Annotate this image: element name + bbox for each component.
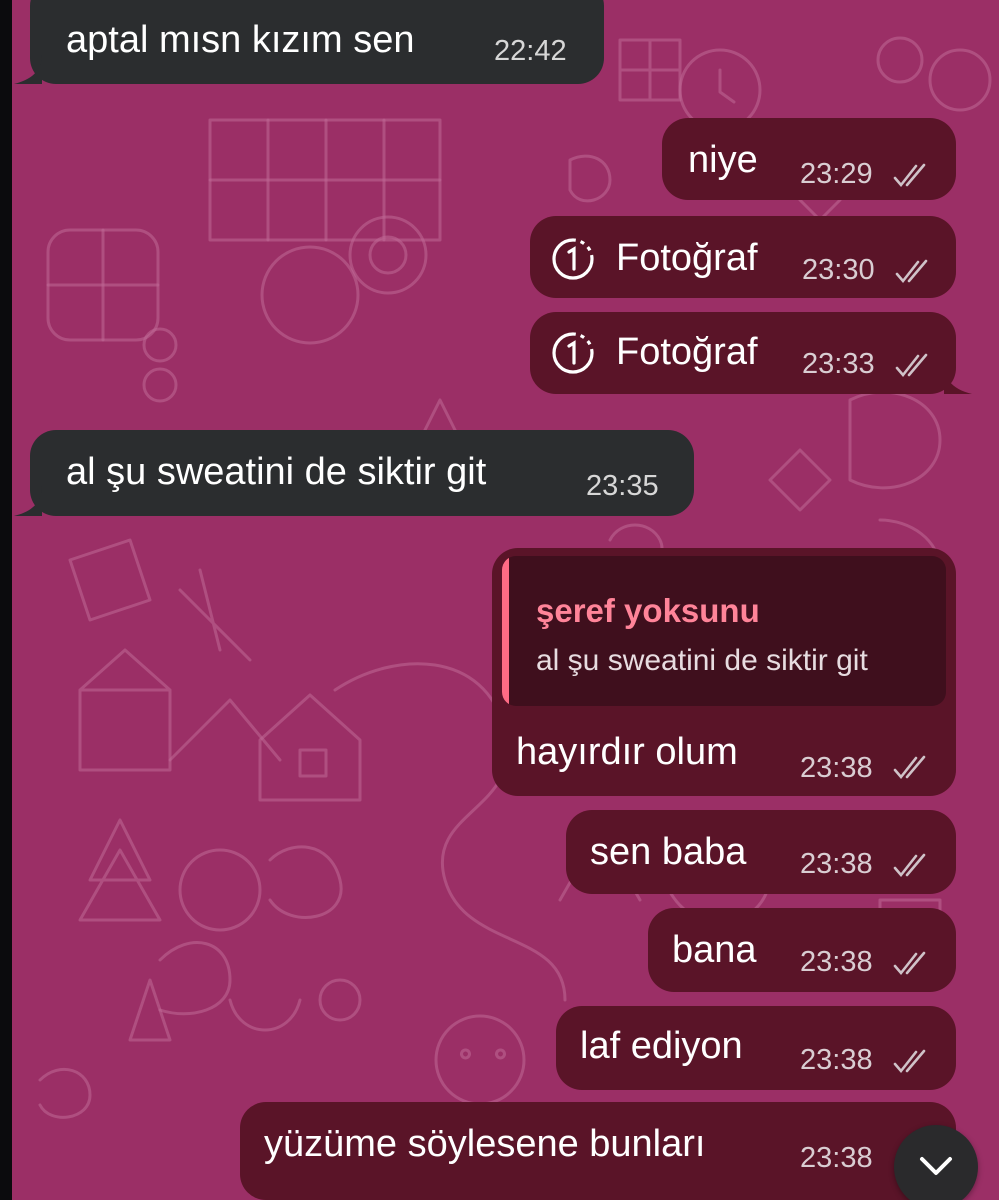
message-time: 23:30 <box>802 254 875 286</box>
message-time: 23:38 <box>800 946 873 978</box>
message-time: 23:29 <box>800 158 873 190</box>
quoted-reply[interactable]: şeref yoksunu al şu sweatini de siktir g… <box>502 556 946 706</box>
message-bubble-outgoing[interactable]: sen baba 23:38 <box>566 810 956 894</box>
message-text: sen baba <box>590 831 747 873</box>
message-bubble-outgoing[interactable]: Fotoğraf 23:33 <box>530 312 972 394</box>
message-time: 23:38 <box>800 1044 873 1076</box>
message-text: hayırdır olum <box>516 731 738 773</box>
view-once-icon <box>550 330 596 376</box>
message-time: 23:38 <box>800 752 873 784</box>
message-text: laf ediyon <box>580 1025 743 1067</box>
message-time: 22:42 <box>494 35 567 67</box>
double-check-icon <box>892 852 932 878</box>
chevron-down-icon <box>920 1157 952 1175</box>
double-check-icon <box>892 950 932 976</box>
message-bubble-incoming[interactable]: aptal mısn kızım sen 22:42 <box>14 0 604 84</box>
message-text: Fotoğraf <box>616 331 758 373</box>
bubble-tail <box>944 364 972 394</box>
scroll-down-button[interactable] <box>894 1125 978 1200</box>
message-bubble-outgoing[interactable]: laf ediyon 23:38 <box>556 1006 956 1090</box>
bubble-tail <box>14 54 42 84</box>
double-check-icon <box>892 1048 932 1074</box>
message-bubble-outgoing-reply[interactable]: şeref yoksunu al şu sweatini de siktir g… <box>492 548 956 796</box>
message-text: al şu sweatini de siktir git <box>66 451 487 493</box>
message-bubble-outgoing[interactable]: yüzüme söylesene bunları 23:38 <box>240 1102 956 1200</box>
message-bubble-outgoing[interactable]: niye 23:29 <box>662 118 956 200</box>
chat-screen: aptal mısn kızım sen 22:42 niye 23:29 Fo… <box>0 0 999 1200</box>
message-text: yüzüme söylesene bunları <box>264 1123 706 1165</box>
message-time: 23:33 <box>802 348 875 380</box>
bubble-tail <box>14 486 42 516</box>
message-text: bana <box>672 929 757 971</box>
message-bubble-outgoing[interactable]: Fotoğraf 23:30 <box>530 216 956 298</box>
message-bubble-outgoing[interactable]: bana 23:38 <box>648 908 956 992</box>
message-time: 23:38 <box>800 1142 873 1174</box>
double-check-icon <box>892 162 932 188</box>
double-check-icon <box>892 754 932 780</box>
message-text: niye <box>688 139 758 181</box>
message-time: 23:38 <box>800 848 873 880</box>
message-text: aptal mısn kızım sen <box>66 19 415 61</box>
window-edge <box>0 0 12 1200</box>
message-bubble-incoming[interactable]: al şu sweatini de siktir git 23:35 <box>14 430 694 516</box>
reply-sender-name: şeref yoksunu <box>536 592 760 629</box>
view-once-icon <box>550 236 596 282</box>
message-time: 23:35 <box>586 470 659 502</box>
double-check-icon <box>894 352 934 378</box>
double-check-icon <box>894 258 934 284</box>
reply-quoted-text: al şu sweatini de siktir git <box>536 644 868 677</box>
message-text: Fotoğraf <box>616 237 758 279</box>
reply-accent-bar <box>502 556 509 706</box>
